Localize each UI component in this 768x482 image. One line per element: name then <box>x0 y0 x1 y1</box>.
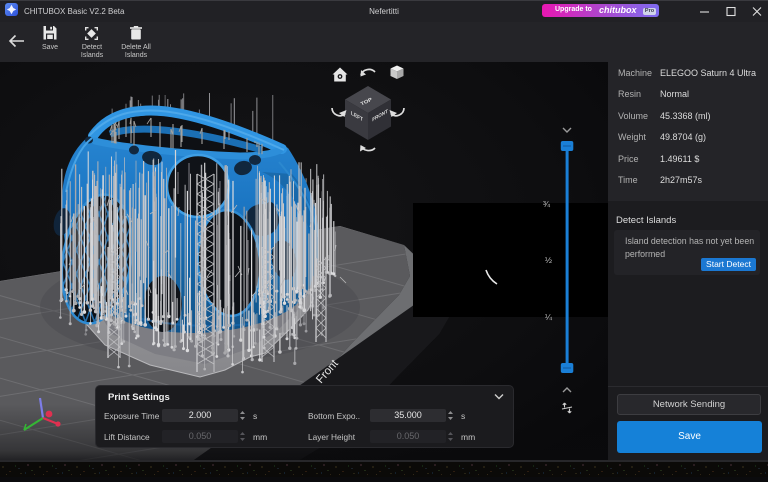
svg-text:¾: ¾ <box>543 199 551 209</box>
svg-text:½: ½ <box>545 255 552 265</box>
svg-text:¼: ¼ <box>545 312 553 322</box>
